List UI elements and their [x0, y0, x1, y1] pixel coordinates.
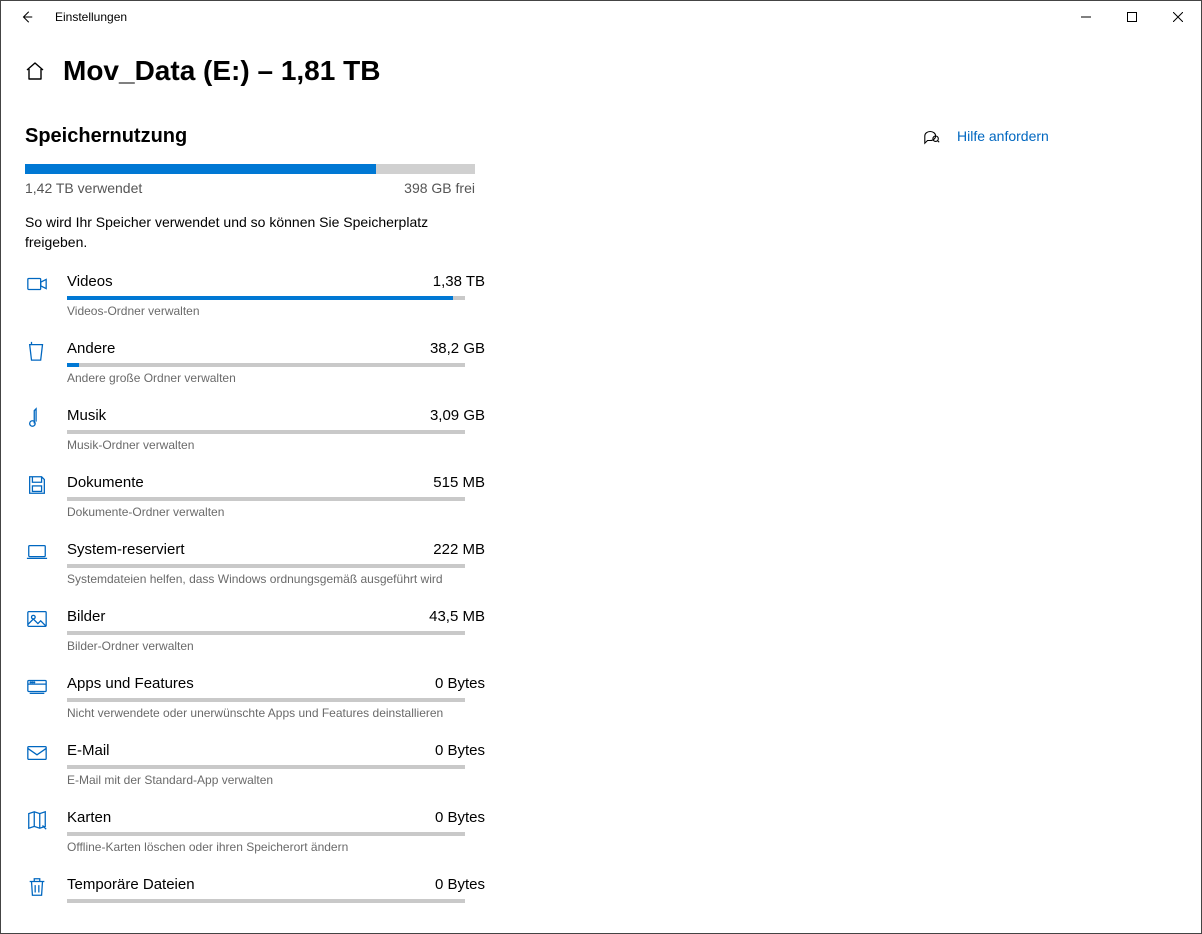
category-maps[interactable]: Karten 0 Bytes Offline-Karten löschen oder…: [25, 809, 485, 854]
category-name: System-reserviert: [67, 541, 185, 558]
category-subtext: Systemdateien helfen, dass Windows ordnu…: [67, 572, 485, 586]
category-subtext: Bilder-Ordner verwalten: [67, 639, 485, 653]
storage-usage-fill: [25, 164, 376, 174]
category-size: 3,09 GB: [430, 407, 485, 424]
close-button[interactable]: [1155, 1, 1201, 33]
category-bar: [67, 698, 465, 702]
category-name: Musik: [67, 407, 106, 424]
category-size: 38,2 GB: [430, 340, 485, 357]
trash-icon: [25, 876, 49, 898]
category-name: Karten: [67, 809, 111, 826]
music-icon: [25, 407, 49, 429]
category-subtext: E-Mail mit der Standard-App verwalten: [67, 773, 485, 787]
category-size: 222 MB: [433, 541, 485, 558]
category-name: Videos: [67, 273, 113, 290]
category-bar: [67, 765, 465, 769]
page-title: Mov_Data (E:) – 1,81 TB: [63, 55, 380, 87]
category-bar: [67, 631, 465, 635]
category-subtext: Dokumente-Ordner verwalten: [67, 505, 485, 519]
category-docs[interactable]: Dokumente 515 MB Dokumente-Ordner verwalte…: [25, 474, 485, 519]
category-name: Dokumente: [67, 474, 144, 491]
picture-icon: [25, 608, 49, 630]
storage-description: So wird Ihr Speicher verwendet und so kö…: [25, 212, 475, 253]
category-bar: [67, 564, 465, 568]
save-icon: [25, 474, 49, 496]
category-name: Temporäre Dateien: [67, 876, 195, 893]
category-subtext: Musik-Ordner verwalten: [67, 438, 485, 452]
back-button[interactable]: [5, 1, 49, 33]
category-bar: [67, 363, 465, 367]
category-name: E-Mail: [67, 742, 110, 759]
category-music[interactable]: Musik 3,09 GB Musik-Ordner verwalten: [25, 407, 485, 452]
storage-usage-bar: [25, 164, 475, 174]
category-system[interactable]: System-reserviert 222 MB Systemdateien hel…: [25, 541, 485, 586]
help-icon: [923, 127, 941, 145]
category-bar: [67, 430, 465, 434]
category-mail[interactable]: E-Mail 0 Bytes E-Mail mit der Standard-App…: [25, 742, 485, 787]
category-size: 0 Bytes: [435, 809, 485, 826]
storage-used-label: 1,42 TB verwendet: [25, 180, 142, 196]
maximize-button[interactable]: [1109, 1, 1155, 33]
category-size: 1,38 TB: [433, 273, 485, 290]
window-title: Einstellungen: [49, 10, 127, 24]
category-pictures[interactable]: Bilder 43,5 MB Bilder-Ordner verwalten: [25, 608, 485, 653]
home-button[interactable]: [25, 61, 45, 81]
titlebar: Einstellungen: [1, 1, 1201, 33]
category-subtext: Andere große Ordner verwalten: [67, 371, 485, 385]
mail-icon: [25, 742, 49, 764]
category-bar: [67, 899, 465, 903]
category-subtext: Videos-Ordner verwalten: [67, 304, 485, 318]
video-icon: [25, 273, 49, 295]
category-apps[interactable]: Apps und Features 0 Bytes Nicht verwendete…: [25, 675, 485, 720]
category-temp[interactable]: Temporäre Dateien 0 Bytes: [25, 876, 485, 907]
section-title-storage: Speichernutzung: [25, 125, 487, 148]
category-name: Andere: [67, 340, 115, 357]
category-name: Apps und Features: [67, 675, 194, 692]
minimize-button[interactable]: [1063, 1, 1109, 33]
category-size: 0 Bytes: [435, 742, 485, 759]
category-bar: [67, 832, 465, 836]
category-subtext: Nicht verwendete oder unerwünschte Apps …: [67, 706, 485, 720]
help-link[interactable]: Hilfe anfordern: [957, 128, 1049, 144]
apps-icon: [25, 675, 49, 697]
storage-free-label: 398 GB frei: [404, 180, 475, 196]
category-bar: [67, 497, 465, 501]
category-subtext: Offline-Karten löschen oder ihren Speich…: [67, 840, 485, 854]
category-size: 43,5 MB: [429, 608, 485, 625]
category-size: 0 Bytes: [435, 876, 485, 893]
category-size: 515 MB: [433, 474, 485, 491]
category-video[interactable]: Videos 1,38 TB Videos-Ordner verwalten: [25, 273, 485, 318]
folder-icon: [25, 340, 49, 362]
category-size: 0 Bytes: [435, 675, 485, 692]
map-icon: [25, 809, 49, 831]
page-header: Mov_Data (E:) – 1,81 TB: [1, 33, 1201, 95]
laptop-icon: [25, 541, 49, 563]
category-bar: [67, 296, 465, 300]
category-other[interactable]: Andere 38,2 GB Andere große Ordner verwalt…: [25, 340, 485, 385]
category-name: Bilder: [67, 608, 105, 625]
